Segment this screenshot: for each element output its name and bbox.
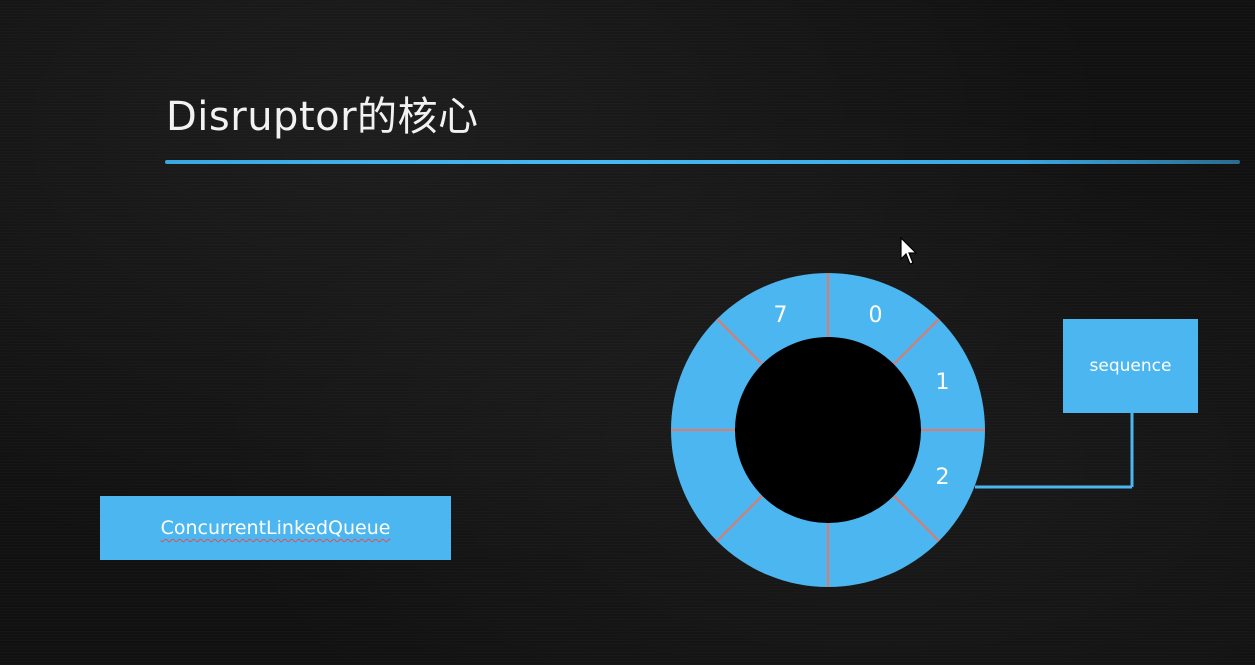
mouse-pointer-icon	[900, 237, 918, 265]
ring-slot-label: 2	[936, 465, 950, 490]
slide: Disruptor的核心 ConcurrentLinkedQueue 0127 …	[0, 0, 1255, 665]
ring-slot-label: 7	[774, 303, 788, 328]
sequence-box: sequence	[1063, 319, 1198, 413]
sequence-label: sequence	[1089, 356, 1172, 376]
ring-buffer-hole	[735, 337, 921, 523]
ring-slot-label: 0	[868, 303, 882, 328]
ring-slot-label: 1	[936, 370, 950, 395]
